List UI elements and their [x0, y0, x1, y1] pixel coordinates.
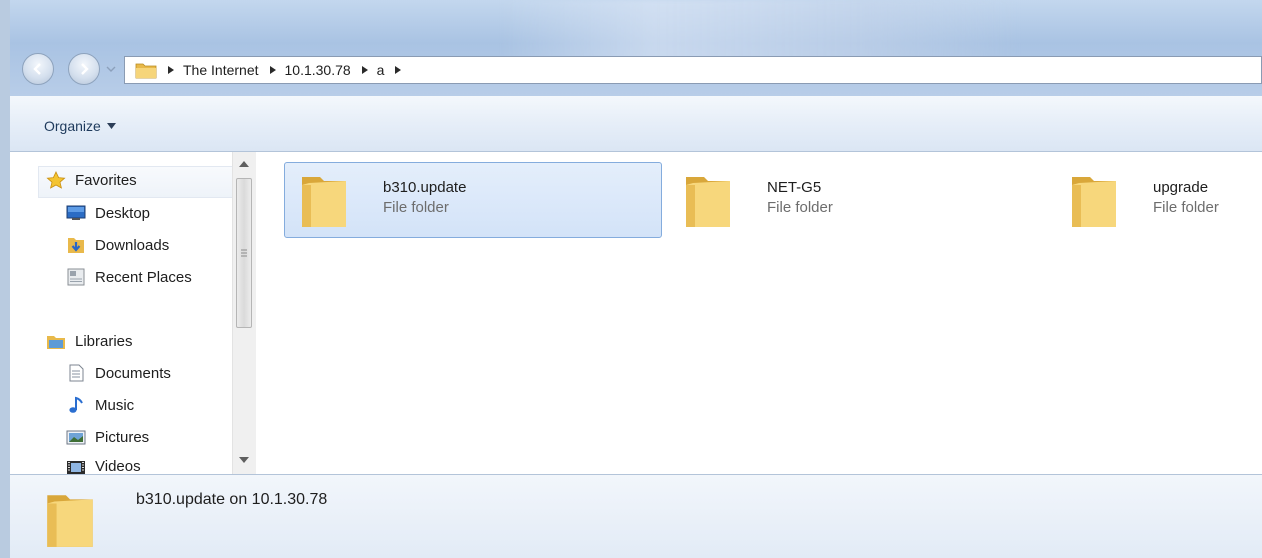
sidebar-item-favorites[interactable]: Favorites — [46, 171, 137, 189]
desktop-icon — [66, 205, 86, 220]
file-list: b310.update File folder NET-G5 File fold… — [256, 152, 1262, 474]
breadcrumb-the-internet[interactable]: The Internet — [183, 62, 259, 78]
sidebar-item-label: Documents — [95, 364, 171, 382]
chevron-right-icon[interactable] — [394, 65, 402, 75]
sidebar-item-label: Desktop — [95, 204, 151, 222]
address-bar[interactable]: The Internet 10.1.30.78 a — [124, 56, 1262, 84]
breadcrumb-a[interactable]: a — [377, 62, 385, 78]
folder-icon — [302, 177, 346, 227]
videos-icon — [67, 461, 85, 474]
folder-type: File folder — [767, 199, 833, 216]
back-button[interactable] — [22, 53, 54, 85]
sidebar-item-music[interactable]: Music — [66, 396, 134, 414]
sidebar-item-videos[interactable]: Videos — [66, 458, 141, 474]
chevron-right-icon[interactable] — [167, 65, 175, 75]
details-title: b310.update on 10.1.30.78 — [136, 491, 328, 508]
libraries-icon — [47, 336, 65, 349]
folder-type: File folder — [1153, 199, 1219, 216]
sidebar-item-libraries[interactable]: Libraries — [46, 332, 133, 350]
music-note-icon — [69, 396, 83, 413]
forward-button[interactable] — [68, 53, 100, 85]
folder-type: File folder — [383, 199, 449, 216]
sidebar-item-label: Favorites — [75, 171, 137, 189]
sidebar-item-desktop[interactable]: Desktop — [66, 204, 150, 222]
folder-name: b310.update — [383, 179, 467, 196]
chevron-down-icon — [106, 123, 116, 129]
folder-icon — [686, 177, 730, 227]
organize-label: Organize — [44, 118, 101, 134]
back-arrow-icon — [33, 63, 41, 75]
organize-button[interactable]: Organize — [44, 118, 116, 134]
scroll-up-icon[interactable] — [239, 160, 249, 168]
forward-arrow-icon — [81, 63, 89, 75]
breadcrumb-host[interactable]: 10.1.30.78 — [285, 62, 351, 78]
downloads-folder-icon — [68, 238, 84, 253]
background-blur — [500, 0, 1020, 62]
sidebar-item-documents[interactable]: Documents — [66, 364, 171, 382]
folder-icon — [135, 63, 157, 79]
sidebar-item-label: Libraries — [75, 332, 133, 350]
scroll-down-icon[interactable] — [239, 456, 249, 464]
folder-name: upgrade — [1153, 179, 1209, 196]
folder-icon — [1072, 177, 1116, 227]
chevron-right-icon[interactable] — [269, 65, 277, 75]
sidebar-item-label: Downloads — [95, 236, 170, 254]
navigation-scrollbar[interactable] — [232, 152, 256, 474]
recent-places-icon — [67, 268, 85, 286]
folder-item[interactable]: NET-G5 File folder — [668, 162, 1046, 238]
folder-name: NET-G5 — [767, 179, 822, 196]
pictures-icon — [66, 430, 86, 445]
sidebar-item-label: Pictures — [95, 428, 150, 446]
star-icon — [46, 171, 66, 189]
sidebar-item-label: Recent Places — [95, 268, 192, 286]
sidebar-item-label: Music — [95, 396, 135, 414]
sidebar-item-recent-places[interactable]: Recent Places — [66, 268, 192, 286]
history-dropdown-icon[interactable] — [106, 64, 116, 74]
documents-icon — [69, 364, 84, 382]
folder-item[interactable]: b310.update File folder — [284, 162, 662, 238]
sidebar-item-pictures[interactable]: Pictures — [66, 428, 149, 446]
folder-item[interactable]: upgrade File folder — [1054, 162, 1262, 238]
grip-icon — [241, 249, 247, 257]
details-pane: b310.update on 10.1.30.78 — [10, 474, 1262, 558]
navigation-pane: Favorites Desktop Downloads Recent Place… — [10, 152, 256, 474]
sidebar-item-downloads[interactable]: Downloads — [66, 236, 169, 254]
sidebar-item-label: Videos — [95, 458, 141, 474]
chevron-right-icon[interactable] — [361, 65, 369, 75]
command-bar: Organize — [10, 96, 1262, 152]
scroll-thumb[interactable] — [236, 178, 252, 328]
folder-icon — [47, 495, 93, 547]
